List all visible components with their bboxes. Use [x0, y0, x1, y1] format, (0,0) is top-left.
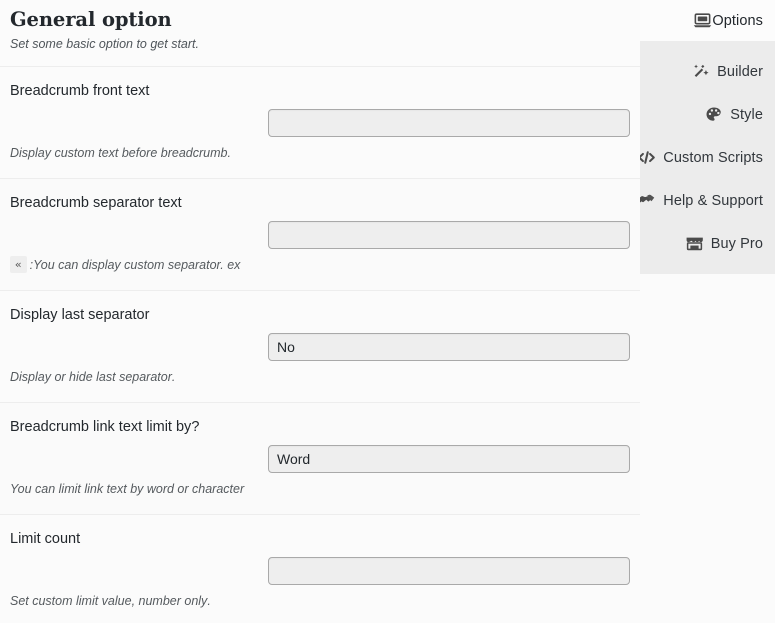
sidebar-item-custom-scripts[interactable]: Custom Scripts — [637, 136, 775, 179]
field-control — [10, 557, 630, 585]
field-label-limit-count: Limit count — [10, 531, 81, 547]
store-icon — [685, 234, 704, 253]
sidebar-item-buy-pro-label: Buy Pro — [710, 235, 763, 252]
field-help-text: You can display custom separator. ex: — [29, 258, 241, 272]
palette-icon — [704, 105, 723, 124]
sidebar-item-style[interactable]: Style — [640, 93, 775, 136]
field-label-link-text-limit-by: ?Breadcrumb link text limit by — [10, 419, 200, 435]
code-brackets-icon — [637, 148, 656, 167]
field-help-breadcrumb-separator-text: You can display custom separator. ex:» — [10, 256, 630, 274]
sidebar-item-options[interactable]: Options — [640, 0, 775, 41]
laptop-code-icon — [693, 11, 712, 30]
field-help-limit-count: .Set custom limit value, number only — [10, 594, 211, 608]
field-row: ?Breadcrumb link text limit by Word You … — [0, 402, 640, 514]
field-control — [10, 109, 630, 137]
sidebar-item-help-support-label: Help & Support — [663, 192, 763, 209]
sidebar-nav: Options Builder Style Custom Scripts Hel… — [637, 0, 775, 623]
display-last-separator-select[interactable]: No — [268, 333, 630, 361]
field-label-breadcrumb-front-text: Breadcrumb front text — [10, 83, 150, 99]
page-title: General option — [10, 8, 172, 31]
page-subtitle: .Set some basic option to get start — [10, 37, 200, 51]
sidebar-item-help-support[interactable]: Help & Support — [637, 179, 775, 222]
field-label-display-last-separator: Display last separator — [10, 307, 150, 323]
field-label-breadcrumb-separator-text: Breadcrumb separator text — [10, 195, 182, 211]
field-control — [10, 221, 630, 249]
field-control: Word — [10, 445, 630, 473]
sidebar-item-style-label: Style — [730, 106, 763, 123]
sidebar-menu-list: Builder Style Custom Scripts Help & Supp… — [637, 41, 775, 274]
sidebar-item-builder[interactable]: Builder — [640, 50, 775, 93]
breadcrumb-separator-text-input[interactable] — [268, 221, 630, 249]
field-help-display-last-separator: .Display or hide last separator — [10, 370, 176, 384]
breadcrumb-front-text-input[interactable] — [268, 109, 630, 137]
field-help-link-text-limit-by: You can limit link text by word or chara… — [10, 482, 245, 496]
admin-options-page: Options Builder Style Custom Scripts Hel… — [0, 0, 775, 623]
handshake-icon — [637, 191, 656, 210]
sidebar-item-options-label: Options — [712, 12, 763, 29]
link-text-limit-by-select[interactable]: Word — [268, 445, 630, 473]
sidebar-item-builder-label: Builder — [717, 63, 763, 80]
sidebar-item-custom-scripts-label: Custom Scripts — [663, 149, 763, 166]
field-control: No — [10, 333, 630, 361]
field-row: Breadcrumb separator text You can displa… — [0, 178, 640, 290]
sidebar-item-buy-pro[interactable]: Buy Pro — [640, 222, 775, 265]
options-content-panel: General option .Set some basic option to… — [0, 0, 640, 623]
magic-wand-icon — [691, 62, 710, 81]
field-row: Breadcrumb front text .Display custom te… — [0, 66, 640, 178]
field-row: Limit count .Set custom limit value, num… — [0, 514, 640, 623]
field-help-breadcrumb-front-text: .Display custom text before breadcrumb — [10, 146, 231, 160]
panel-header: General option .Set some basic option to… — [0, 0, 640, 66]
separator-example-badge: » — [10, 256, 27, 273]
field-row: Display last separator No .Display or hi… — [0, 290, 640, 402]
limit-count-input[interactable] — [268, 557, 630, 585]
